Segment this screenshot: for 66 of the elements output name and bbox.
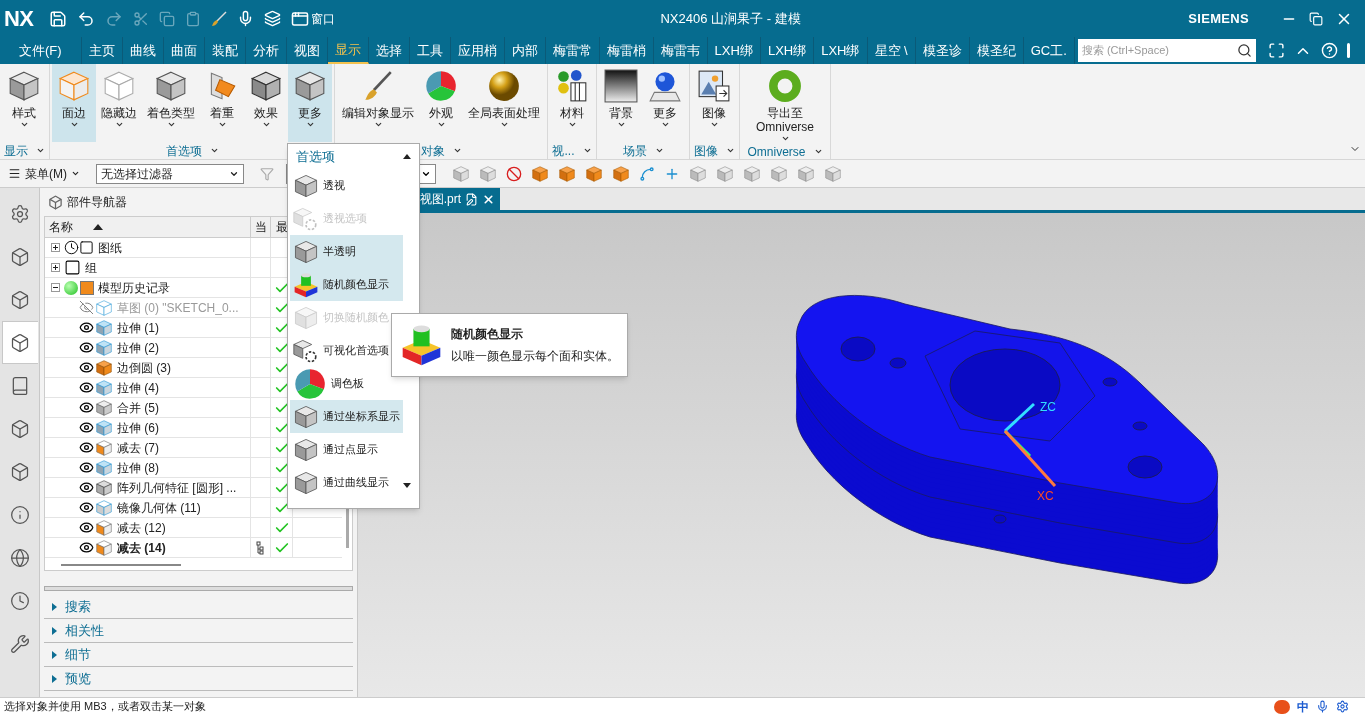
menu-item[interactable]: 调色板: [290, 367, 403, 400]
group-label: 场景: [622, 142, 647, 160]
ribbon-button[interactable]: 图像: [692, 64, 736, 142]
ribbon-button[interactable]: 编辑对象显示: [337, 64, 419, 142]
app-logo: NX: [3, 5, 35, 33]
tooltip-text: 以唯一颜色显示每个面和实体。: [451, 348, 619, 365]
tree-label[interactable]: 拉伸 (8): [117, 458, 159, 477]
section-header[interactable]: 相关性: [44, 619, 353, 643]
menu-item[interactable]: 通过曲线显示: [290, 466, 403, 499]
ime-mode[interactable]: 中: [1297, 697, 1309, 715]
tree-label[interactable]: 边倒圆 (3): [117, 358, 171, 377]
tree-label[interactable]: 镜像几何体 (11): [117, 498, 201, 517]
section-header[interactable]: 搜索: [44, 595, 353, 619]
tree-label[interactable]: 减去 (14): [117, 538, 166, 557]
column-header[interactable]: 当: [250, 217, 270, 237]
ribbon-button[interactable]: 更多: [288, 64, 332, 142]
group-label: 图像: [694, 142, 718, 160]
tree-label[interactable]: 拉伸 (2): [117, 338, 159, 357]
search-input[interactable]: 搜索 (Ctrl+Space): [1081, 42, 1237, 59]
group-label: Omniverse: [747, 143, 806, 161]
ribbon-button[interactable]: 材料: [550, 64, 594, 142]
ribbon-button[interactable]: 更多: [643, 64, 687, 142]
tooltip-title: 随机颜色显示: [451, 326, 524, 343]
group-label: 视...: [552, 142, 575, 160]
ribbon-button[interactable]: 背景: [599, 64, 643, 142]
group-label: 显示: [4, 142, 28, 160]
axis-label: XC: [1037, 489, 1054, 503]
column-header[interactable]: 名称: [45, 217, 250, 237]
menu-button[interactable]: 菜单(M): [8, 164, 80, 183]
window-menu[interactable]: 窗口: [311, 9, 336, 28]
panel-title: 部件导航器: [67, 194, 127, 211]
section-header[interactable]: 预览: [44, 667, 353, 691]
ribbon-button[interactable]: 全局表面处理: [463, 64, 545, 142]
menu-item[interactable]: 半透明: [290, 235, 403, 268]
tree-label[interactable]: 拉伸 (1): [117, 318, 159, 337]
ribbon-button[interactable]: 导出至 Omniverse: [742, 64, 828, 143]
tree-label[interactable]: 合并 (5): [117, 398, 159, 417]
ribbon-button[interactable]: 着重: [200, 64, 244, 142]
menu-item[interactable]: 随机颜色显示: [290, 268, 403, 301]
menu-title: 首选项: [296, 147, 335, 166]
tree-label[interactable]: 图纸: [98, 238, 122, 257]
ribbon-button[interactable]: 隐藏边: [96, 64, 142, 142]
tree-label[interactable]: 拉伸 (4): [117, 378, 159, 397]
group-label: 首选项: [165, 142, 202, 160]
ribbon-button[interactable]: 面边: [52, 64, 96, 142]
ribbon-button[interactable]: 效果: [244, 64, 288, 142]
search-field[interactable]: 搜索 (Ctrl+Space): [1077, 39, 1256, 62]
axis-label: ZC: [1040, 400, 1056, 414]
ribbon-button[interactable]: 着色类型: [142, 64, 200, 142]
tree-label[interactable]: 减去 (12): [117, 518, 166, 537]
status-message: 选择对象并使用 MB3，或者双击某一对象: [4, 699, 206, 715]
window-title: NX2406 山涧果子 - 建模: [660, 9, 801, 28]
tree-label[interactable]: 减去 (7): [117, 438, 159, 457]
tree-label[interactable]: 阵列几何特征 [圆形] ...: [117, 478, 237, 497]
filter-dropdown[interactable]: 无选择过滤器: [96, 163, 244, 184]
dropdown-value: 无选择过滤器: [101, 165, 174, 183]
tree-label[interactable]: 拉伸 (6): [117, 418, 159, 437]
tree-label[interactable]: 组: [85, 258, 97, 277]
tree-label[interactable]: 模型历史记录: [98, 278, 170, 297]
menu-item[interactable]: 通过点显示: [290, 433, 403, 466]
group-label: 对象: [420, 142, 445, 160]
section-header[interactable]: 细节: [44, 643, 353, 667]
ribbon-button[interactable]: 样式: [2, 64, 46, 142]
ribbon-button[interactable]: 外观: [419, 64, 463, 142]
brand-logo: SIEMENS: [1188, 9, 1249, 28]
menu-item[interactable]: 通过坐标系显示: [290, 400, 403, 433]
